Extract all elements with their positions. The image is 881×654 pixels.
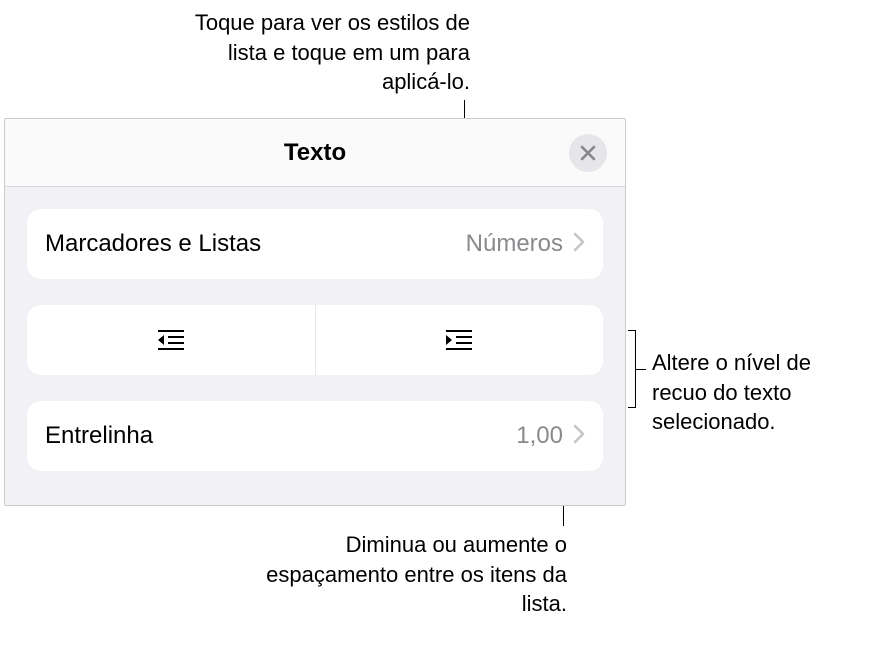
row-group-indent: [27, 305, 603, 375]
line-spacing-value: 1,00: [516, 422, 563, 450]
callout-line-spacing: Diminua ou aumente o espaçamento entre o…: [257, 530, 567, 619]
close-icon: [580, 145, 596, 161]
bullets-lists-value: Números: [466, 230, 563, 258]
callout-bracket: [628, 330, 636, 408]
panel-header: Texto: [5, 119, 625, 187]
chevron-right-icon: [573, 232, 585, 257]
callout-line: [636, 369, 646, 370]
outdent-icon: [154, 327, 188, 353]
row-group-linespacing: Entrelinha 1,00: [27, 401, 603, 471]
panel-title: Texto: [284, 139, 346, 167]
indent-icon: [442, 327, 476, 353]
bullets-and-lists-row[interactable]: Marcadores e Listas Números: [27, 209, 603, 279]
line-spacing-row[interactable]: Entrelinha 1,00: [27, 401, 603, 471]
bullets-lists-label: Marcadores e Listas: [45, 230, 466, 258]
row-group-bullets: Marcadores e Listas Números: [27, 209, 603, 279]
line-spacing-label: Entrelinha: [45, 422, 516, 450]
text-format-panel: Texto Marcadores e Listas Números: [4, 118, 626, 506]
indent-button[interactable]: [316, 305, 604, 375]
panel-body: Marcadores e Listas Números: [5, 187, 625, 471]
callout-list-styles: Toque para ver os estilos de lista e toq…: [180, 8, 470, 97]
indent-row: [27, 305, 603, 375]
callout-indent-level: Altere o nível de recuo do texto selecio…: [652, 348, 872, 437]
close-button[interactable]: [569, 134, 607, 172]
chevron-right-icon: [573, 424, 585, 449]
outdent-button[interactable]: [27, 305, 316, 375]
